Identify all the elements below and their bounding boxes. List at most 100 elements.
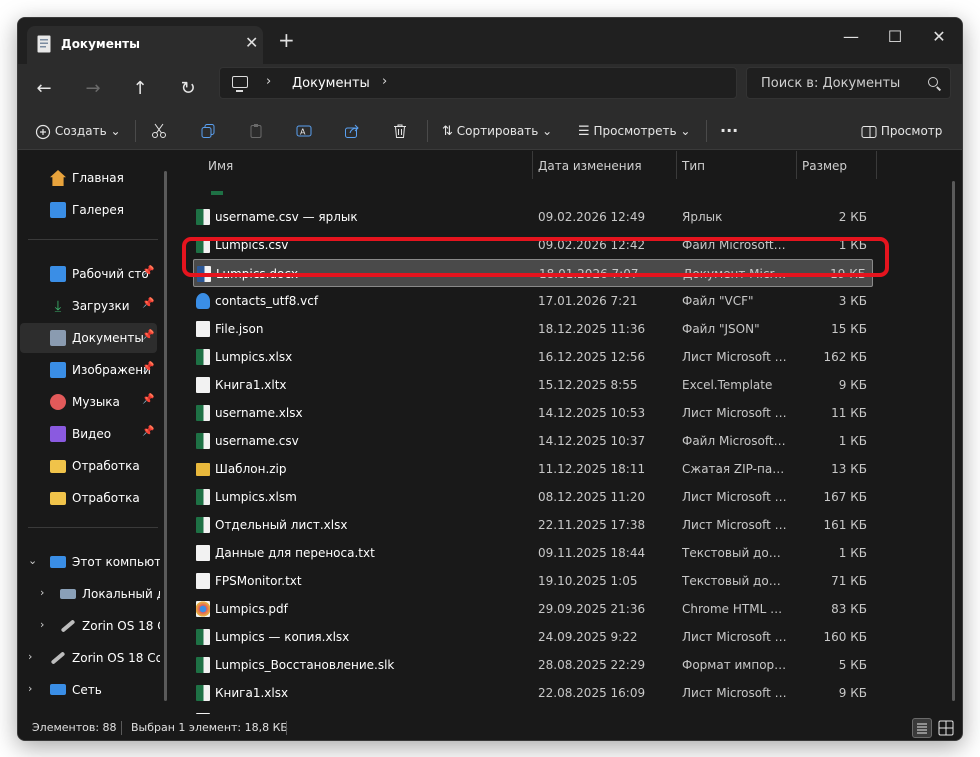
create-button[interactable]: Создать ⌄: [35, 118, 121, 144]
chevron-right-icon[interactable]: ›: [28, 650, 32, 663]
column-type[interactable]: Тип: [682, 159, 705, 173]
column-date[interactable]: Дата изменения: [538, 159, 642, 173]
sidebar-item-label: Рабочий сто: [72, 267, 149, 281]
chevron-right-icon[interactable]: ›: [382, 74, 387, 89]
paste-icon[interactable]: [248, 123, 264, 139]
sidebar-item-documents[interactable]: Документы 📌: [20, 323, 157, 353]
close-window-button[interactable]: ✕: [916, 22, 962, 52]
plus-circle-icon: [35, 124, 51, 139]
file-row[interactable]: Lumpics — копия.xlsx 24.09.2025 9:22 Лист …: [193, 623, 873, 651]
sidebar-item-usb-drive[interactable]: › Zorin OS 18 Co: [20, 611, 160, 641]
file-list-scrollbar[interactable]: [952, 181, 955, 701]
file-date: 24.09.2025 9:22: [538, 630, 638, 644]
rename-icon[interactable]: A: [296, 123, 312, 139]
file-row[interactable]: Lumpics.xlsx 16.12.2025 12:56 Лист Microso…: [193, 343, 873, 371]
pin-icon[interactable]: 📌: [142, 426, 154, 437]
pin-icon[interactable]: 📌: [142, 362, 154, 373]
copy-icon[interactable]: [200, 123, 216, 139]
excel-shortcut-icon: [196, 209, 210, 225]
more-options-button[interactable]: ···: [720, 118, 738, 144]
file-size: 162 КБ: [823, 350, 867, 364]
column-divider[interactable]: [532, 151, 533, 179]
sidebar-item-local-disk[interactable]: › Локальный ди: [20, 579, 160, 609]
sidebar-item-network[interactable]: › Сеть: [20, 675, 160, 705]
new-tab-button[interactable]: +: [278, 28, 295, 52]
file-row[interactable]: Lumpics_Восстановление.slk 28.08.2025 22:…: [193, 651, 873, 679]
file-row[interactable]: FPSMonitor.txt 19.10.2025 1:05 Текстовый д…: [193, 567, 873, 595]
chevron-down-icon[interactable]: ⌄: [28, 554, 37, 567]
file-row[interactable]: Lumpics.xlsm 08.12.2025 11:20 Лист Microso…: [193, 483, 873, 511]
sidebar-scrollbar[interactable]: [164, 171, 167, 701]
tab-documents[interactable]: Документы ✕: [27, 26, 263, 64]
sidebar-item-downloads[interactable]: ⤓ Загрузки 📌: [20, 291, 157, 321]
file-row[interactable]: Данные для переноса.txt 09.11.2025 18:44 Т…: [193, 539, 873, 567]
chevron-right-icon[interactable]: ›: [40, 586, 44, 599]
breadcrumb[interactable]: Документы: [292, 76, 370, 91]
share-icon[interactable]: [344, 123, 360, 139]
file-size: 167 КБ: [823, 490, 867, 504]
pin-icon[interactable]: 📌: [142, 394, 154, 405]
file-row[interactable]: TombRaider.log17.06.2025 17:04Текстовый …: [193, 707, 873, 714]
file-row[interactable]: Книга1.xlsx 22.08.2025 16:09 Лист Microsof…: [193, 679, 873, 707]
file-row[interactable]: Шаблон.zip 11.12.2025 18:11 Сжатая ZIP-пап…: [193, 455, 873, 483]
pin-icon[interactable]: 📌: [142, 298, 154, 309]
file-row[interactable]: username.csv 14.12.2025 10:37 Файл Microso…: [193, 427, 873, 455]
sidebar-item-usb-drive[interactable]: › Zorin OS 18 Cor: [20, 643, 160, 673]
forward-button[interactable]: →: [80, 76, 106, 102]
delete-icon[interactable]: [392, 123, 408, 139]
video-icon: [50, 426, 66, 442]
excel-icon: [196, 489, 210, 505]
sidebar-item-folder[interactable]: Отработка: [20, 451, 157, 481]
sidebar-item-pictures[interactable]: Изображени 📌: [20, 355, 157, 385]
sidebar-item-label: Zorin OS 18 Co: [82, 619, 160, 633]
pin-icon[interactable]: 📌: [142, 330, 154, 341]
file-type: Текстовый доку...: [682, 574, 787, 588]
view-button[interactable]: ☰ Просмотреть ⌄: [578, 118, 690, 144]
details-view-button[interactable]: [912, 718, 932, 738]
file-type: Chrome HTML Do...: [682, 602, 787, 616]
file-name: File.json: [215, 322, 264, 336]
minimize-button[interactable]: —: [828, 22, 874, 52]
up-button[interactable]: ↑: [127, 76, 153, 102]
chevron-right-icon[interactable]: ›: [40, 618, 44, 631]
create-label: Создать: [54, 124, 107, 138]
excel-icon: [196, 433, 210, 449]
file-row[interactable]: Отдельный лист.xlsx 22.11.2025 17:38 Лист …: [193, 511, 873, 539]
column-divider[interactable]: [676, 151, 677, 179]
tiles-view-button[interactable]: [936, 718, 956, 738]
sidebar-item-desktop[interactable]: Рабочий сто 📌: [20, 259, 157, 289]
file-row[interactable]: contacts_utf8.vcf 17.01.2026 7:21 Файл "VC…: [193, 287, 873, 315]
sidebar-item-gallery[interactable]: Галерея: [20, 195, 157, 225]
tab-close-icon[interactable]: ✕: [245, 33, 258, 52]
file-row[interactable]: username.xlsx 14.12.2025 10:53 Лист Micros…: [193, 399, 873, 427]
file-type: Файл "JSON": [682, 322, 760, 336]
back-button[interactable]: ←: [31, 76, 57, 102]
column-divider[interactable]: [796, 151, 797, 179]
file-date: 14.12.2025 10:37: [538, 434, 646, 448]
file-row[interactable]: Книга1.xltx 15.12.2025 8:55 Excel.Template…: [193, 371, 873, 399]
chevron-down-icon: ⌄: [680, 124, 691, 138]
sort-button[interactable]: ⇅ Сортировать ⌄: [442, 118, 552, 144]
sidebar-item-video[interactable]: Видео 📌: [20, 419, 157, 449]
view-label: Просмотреть: [593, 124, 677, 138]
sidebar-item-home[interactable]: Главная: [20, 163, 157, 193]
file-size: 1 КБ: [838, 546, 867, 560]
chevron-right-icon[interactable]: ›: [28, 682, 32, 695]
search-input[interactable]: Поиск в: Документы: [746, 67, 951, 99]
maximize-button[interactable]: ☐: [872, 22, 918, 52]
pin-icon[interactable]: 📌: [142, 266, 154, 277]
address-bar[interactable]: › Документы ›: [219, 67, 737, 99]
preview-button[interactable]: Просмотр: [861, 118, 942, 144]
sidebar-item-music[interactable]: Музыка 📌: [20, 387, 157, 417]
sidebar-item-label: Документы: [72, 331, 144, 345]
sidebar-item-this-pc[interactable]: ⌄ Этот компьюте: [20, 547, 160, 577]
column-size[interactable]: Размер: [802, 159, 847, 173]
refresh-button[interactable]: ↻: [175, 76, 201, 102]
file-row[interactable]: File.json 18.12.2025 11:36 Файл "JSON" 15 К…: [193, 315, 873, 343]
column-divider[interactable]: [876, 151, 877, 179]
sidebar-item-folder[interactable]: Отработка: [20, 483, 157, 513]
column-name[interactable]: Имя: [208, 159, 233, 173]
file-row[interactable]: Lumpics.pdf 29.09.2025 21:36 Chrome HTML D…: [193, 595, 873, 623]
file-row[interactable]: username.csv — ярлык 09.02.2026 12:49 Ярлы…: [193, 203, 873, 231]
cut-icon[interactable]: [151, 123, 167, 139]
